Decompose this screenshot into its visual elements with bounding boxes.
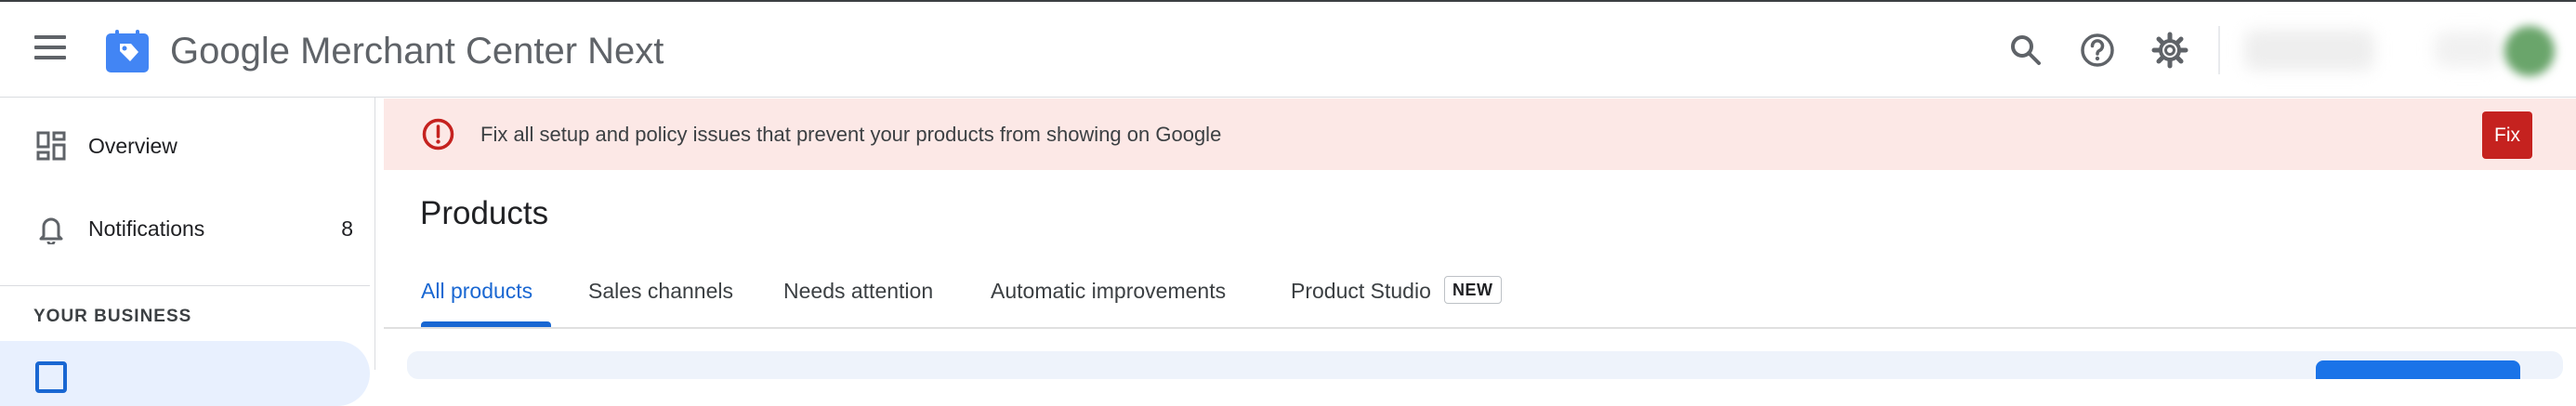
banner-message: Fix all setup and policy issues that pre… [480,123,1222,146]
top-app-bar: Google Merchant Center Next [0,0,2576,98]
toolbar-divider [2218,26,2220,74]
notification-count: 8 [341,216,353,241]
page-title: Products [420,195,549,231]
sidebar-item-overview[interactable]: Overview [0,113,375,178]
active-tab-indicator [421,321,551,327]
bell-icon [39,217,63,244]
alert-banner: Fix all setup and policy issues that pre… [384,98,2576,170]
app-title[interactable]: Google Merchant Center Next [170,28,664,74]
sidebar-item-products[interactable] [0,341,370,406]
tab-bar: All products Sales channels Needs attent… [384,260,2576,329]
sidebar-item-notifications[interactable]: Notifications 8 [0,196,375,261]
help-icon[interactable] [2077,30,2118,71]
tab-sales-channels[interactable]: Sales channels [588,277,733,305]
merchant-center-logo[interactable] [104,28,151,74]
new-badge: NEW [1444,276,1502,304]
tab-product-studio[interactable]: Product Studio [1291,277,1431,305]
menu-icon[interactable] [34,35,66,61]
tab-needs-attention[interactable]: Needs attention [783,277,933,305]
apps-launcher[interactable] [2435,32,2500,67]
fix-button[interactable]: Fix [2482,111,2532,159]
primary-action-button[interactable] [2316,360,2520,379]
overview-icon [36,131,66,161]
sidebar-divider [0,285,370,286]
search-icon[interactable] [2005,30,2046,71]
products-icon [35,361,67,393]
sidebar-item-label: Notifications [88,216,205,241]
error-icon [422,118,454,151]
gear-icon[interactable] [2149,30,2190,71]
avatar[interactable] [2504,26,2555,76]
tab-automatic-improvements[interactable]: Automatic improvements [991,277,1226,305]
section-heading: YOUR BUSINESS [33,307,192,326]
account-switcher[interactable] [2244,30,2374,71]
sidebar: Overview Notifications 8 YOUR BUSINESS [0,98,375,406]
account-area[interactable] [2235,22,2560,78]
sidebar-item-label: Overview [88,134,177,158]
brand-name: Google [170,31,290,72]
content-card [407,351,2563,379]
product-name: Merchant Center Next [300,31,664,72]
tab-all-products[interactable]: All products [421,277,532,305]
